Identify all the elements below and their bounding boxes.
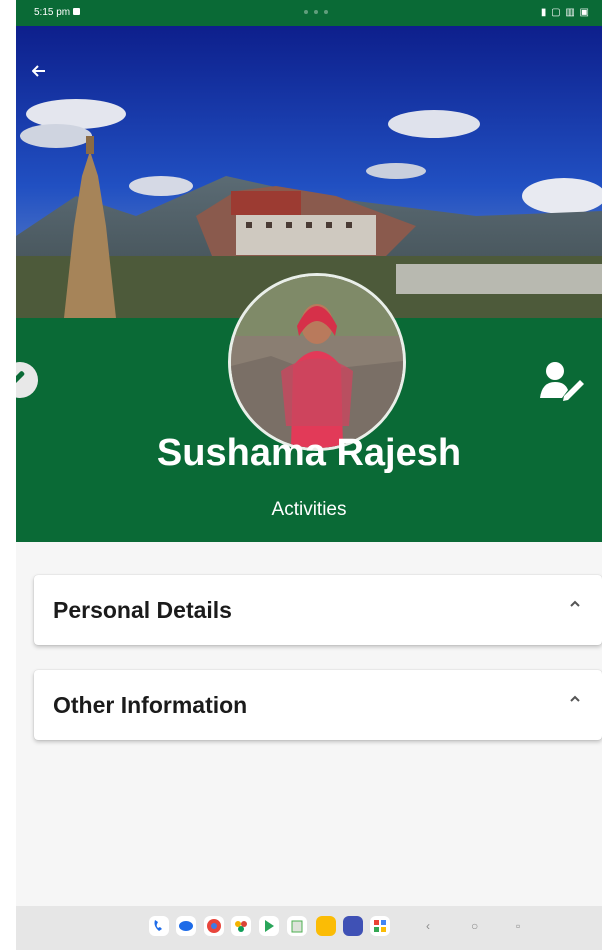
- section-title: Personal Details: [53, 597, 232, 623]
- files-icon[interactable]: [287, 916, 307, 936]
- profile-name: Sushama Rajesh: [156, 432, 462, 474]
- app-screen: 5:15 pm ▮ ▢ ▥ ▣ Sushama Rajesh Activitie…: [16, 0, 602, 950]
- back-button[interactable]: [32, 64, 58, 90]
- section-personal-details[interactable]: Personal Details: [34, 575, 602, 645]
- section-other-information[interactable]: Other Information: [34, 670, 602, 740]
- messages-icon[interactable]: [176, 916, 196, 936]
- section-title: Other Information: [53, 692, 248, 718]
- phone-icon[interactable]: [149, 916, 169, 936]
- chevron-up-icon[interactable]: [568, 694, 582, 704]
- status-time: 5:15 pm: [34, 7, 81, 18]
- photos-icon[interactable]: [231, 916, 251, 936]
- arrow-left-icon: [32, 65, 45, 77]
- avatar[interactable]: [228, 273, 406, 451]
- activities-link[interactable]: Activities: [16, 499, 602, 521]
- notes-icon[interactable]: [316, 916, 336, 936]
- chrome-icon[interactable]: [204, 916, 224, 936]
- avatar-photo: [231, 276, 403, 448]
- app-grid-icon[interactable]: [370, 916, 390, 936]
- chevron-up-icon[interactable]: [568, 599, 582, 609]
- home-nav-icon[interactable]: ○: [471, 919, 478, 933]
- camera-cutout-icon: [304, 10, 328, 14]
- back-nav-icon[interactable]: ‹: [426, 919, 430, 933]
- recents-nav-icon[interactable]: ▫: [516, 919, 520, 933]
- taskbar-dock: ‹ ○ ▫: [16, 906, 602, 950]
- browser-icon[interactable]: [343, 916, 363, 936]
- edit-profile-icon[interactable]: [538, 358, 586, 402]
- pencil-icon: [16, 370, 26, 387]
- notification-icon: [73, 8, 81, 15]
- status-icons: ▮ ▢ ▥ ▣: [540, 7, 590, 18]
- status-bar: 5:15 pm ▮ ▢ ▥ ▣: [16, 0, 602, 26]
- play-store-icon[interactable]: [259, 916, 279, 936]
